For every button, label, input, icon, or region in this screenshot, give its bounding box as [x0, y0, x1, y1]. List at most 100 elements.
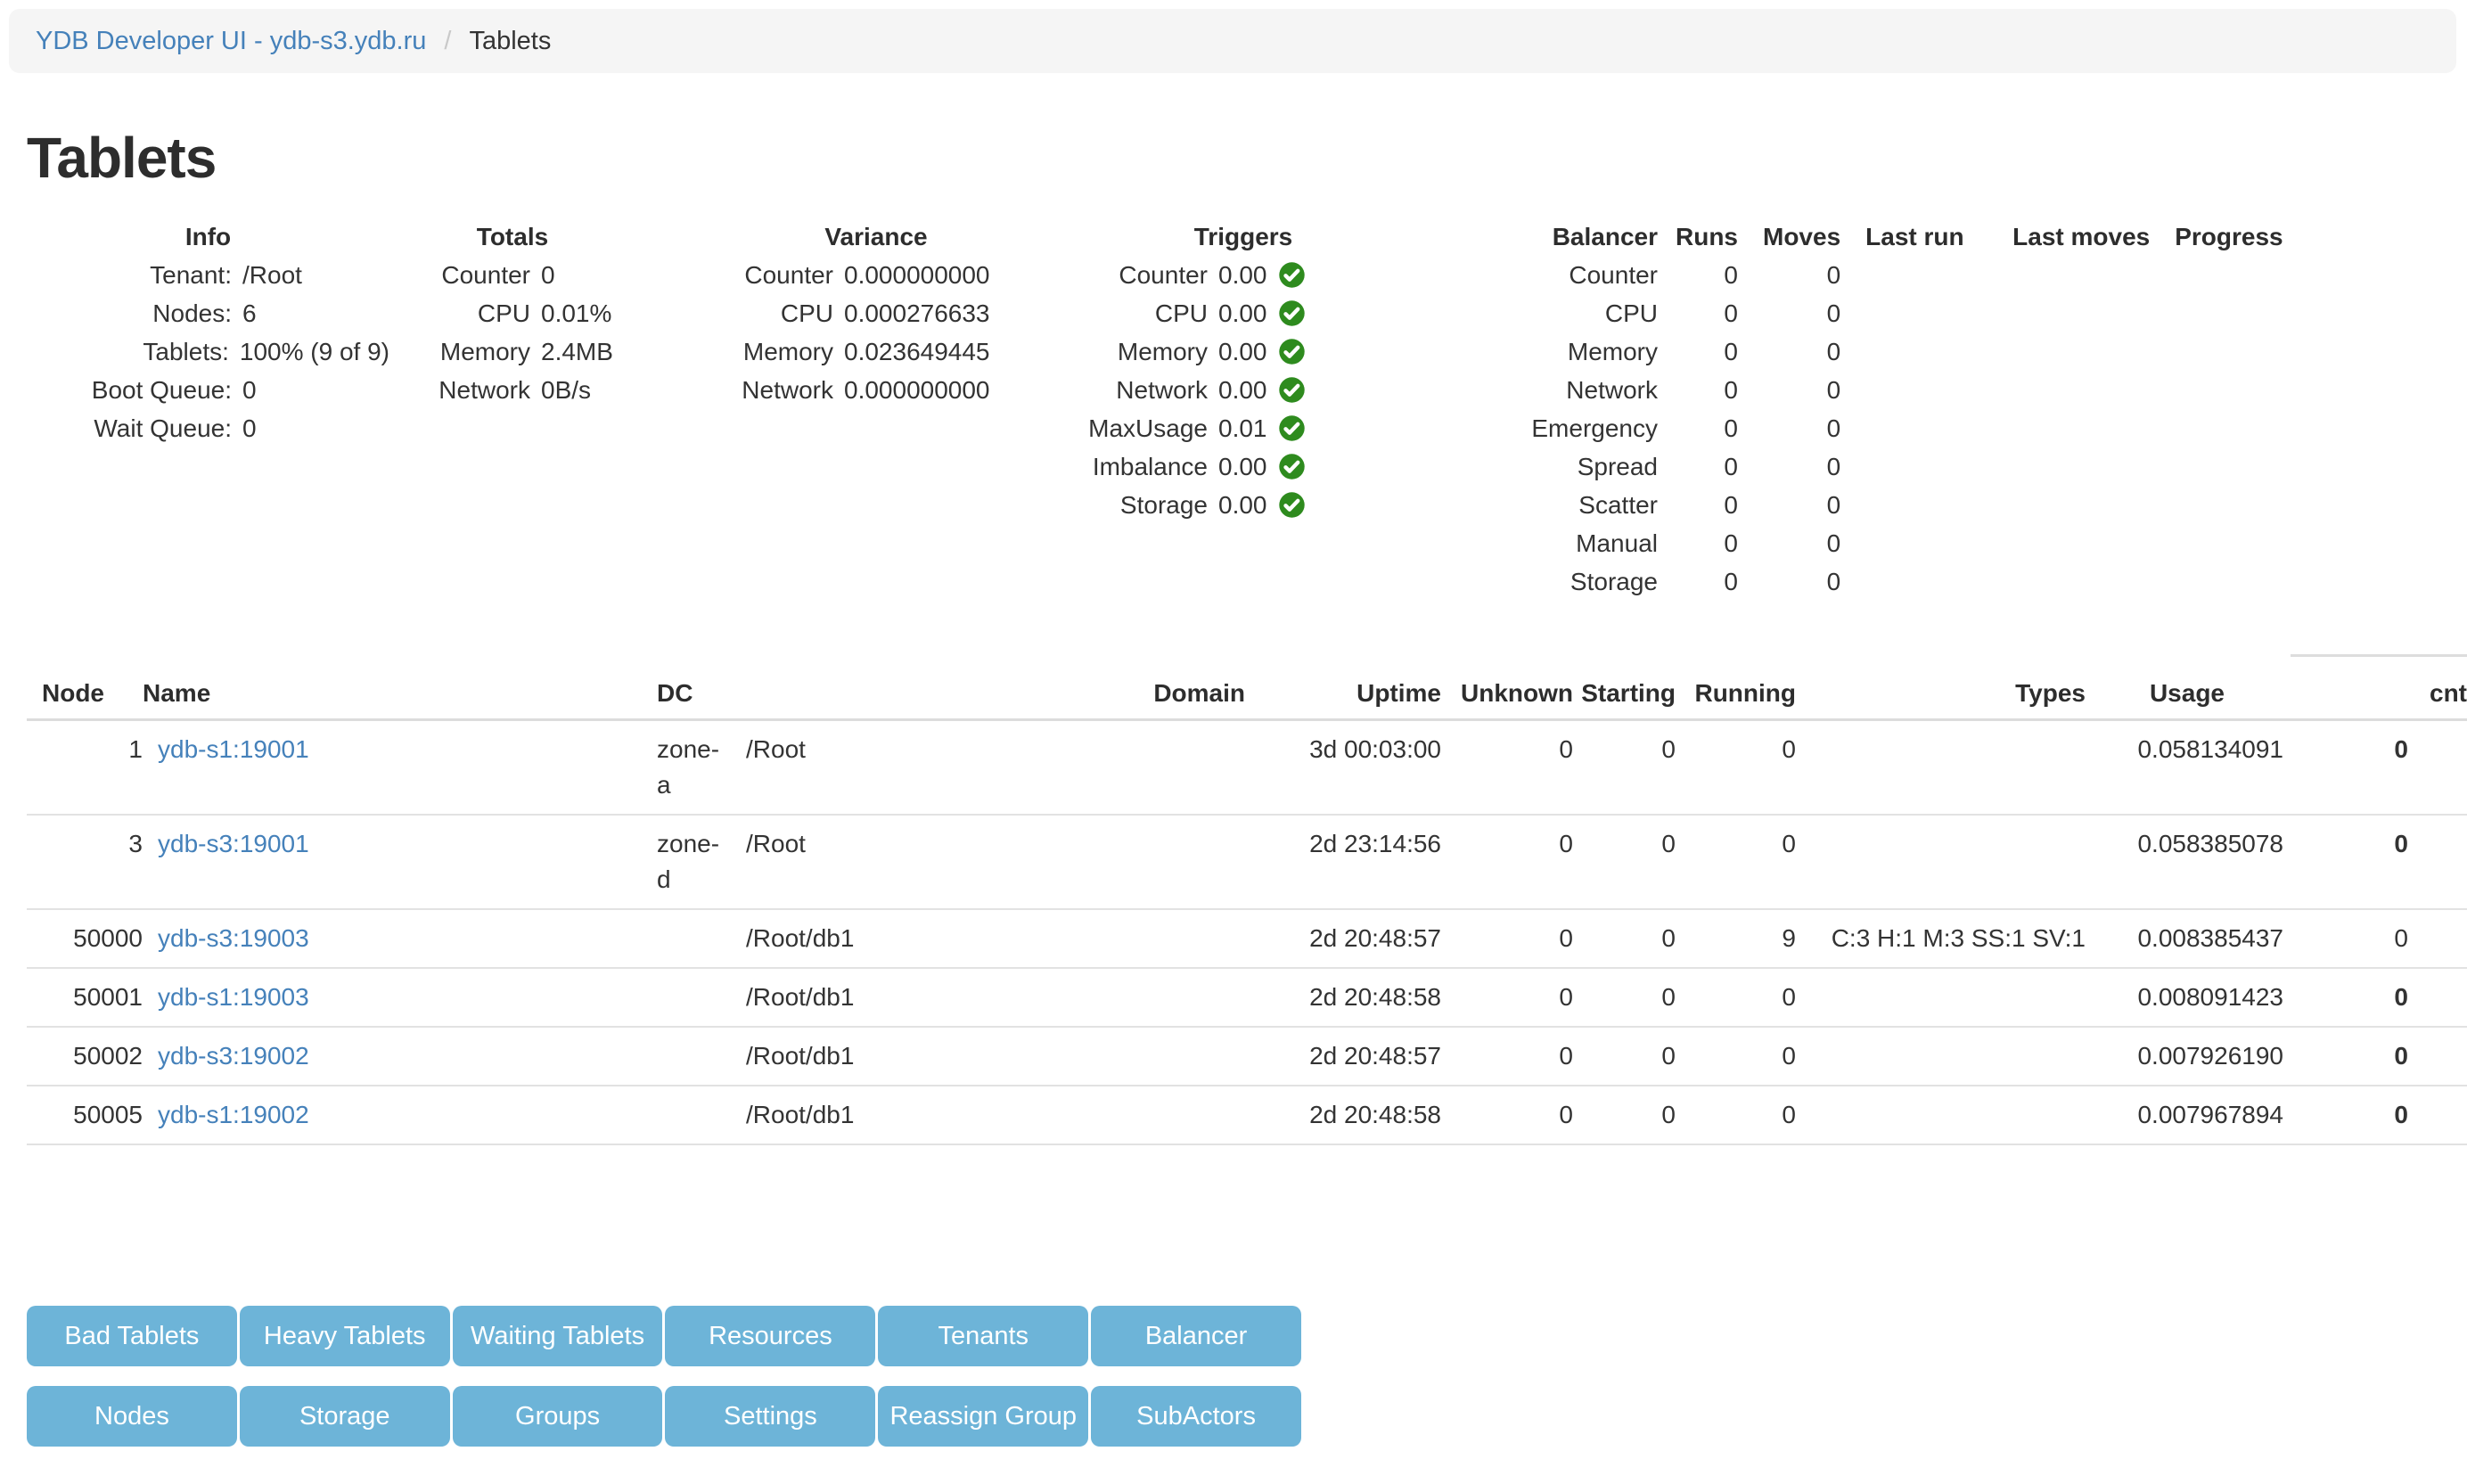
trigger-row: MaxUsage 0.01	[1070, 409, 1417, 447]
trigger-value: 0.01	[1208, 409, 1267, 447]
cnt-cell: 0	[2283, 815, 2467, 909]
stats-variance-header: Variance	[704, 217, 1048, 256]
starting-cell: 0	[1573, 968, 1676, 1027]
action-button[interactable]: Groups	[453, 1386, 663, 1447]
usage-cell: 0.007967894	[2086, 1086, 2283, 1144]
tablets-table-wrap: NodeNameDCDomainUptimeUnknownStartingRun…	[27, 654, 2467, 1145]
cnt-column-topline	[2291, 654, 2467, 657]
trigger-label: Network	[1070, 371, 1208, 409]
stats-panel: Info Tenant: /Root Nodes: 6 Tablets: 100…	[0, 217, 2467, 613]
stat-row: Network 0.000000000	[704, 371, 1048, 409]
node-id-cell: 50005	[27, 1086, 143, 1144]
stats-info-group: Info Tenant: /Root Nodes: 6 Tablets: 100…	[27, 217, 389, 447]
tablets-column-header: Domain	[746, 667, 1245, 720]
tablets-column-header: Starting	[1573, 667, 1676, 720]
balancer-runs: 0	[1658, 562, 1738, 601]
node-link[interactable]: ydb-s3:19001	[158, 830, 309, 857]
check-circle-icon	[1278, 299, 1306, 327]
breadcrumb-home-link[interactable]: YDB Developer UI - ydb-s3.ydb.ru	[36, 27, 426, 56]
types-cell	[1796, 815, 2086, 909]
stat-row: Tenant: /Root	[27, 256, 389, 294]
action-button[interactable]: SubActors	[1091, 1386, 1301, 1447]
node-id-cell: 50000	[27, 909, 143, 968]
action-button[interactable]: Heavy Tablets	[240, 1306, 450, 1366]
trigger-row: Memory 0.00	[1070, 332, 1417, 371]
stat-row: Counter 0	[401, 256, 624, 294]
action-button[interactable]: Resources	[665, 1306, 875, 1366]
balancer-progress	[2150, 294, 2283, 332]
stat-value: /Root	[232, 256, 302, 294]
node-link[interactable]: ydb-s1:19003	[158, 983, 309, 1011]
balancer-label: CPU	[1515, 294, 1658, 332]
trigger-value: 0.00	[1208, 486, 1267, 524]
running-cell: 0	[1676, 720, 1796, 816]
balancer-body: Counter 0 0 CPU 0 0	[1515, 256, 2283, 601]
action-button[interactable]: Reassign Group	[878, 1386, 1088, 1447]
action-button[interactable]: Nodes	[27, 1386, 237, 1447]
stat-row: Memory 0.023649445	[704, 332, 1048, 371]
stat-value: 100% (9 of 9)	[229, 332, 389, 371]
tablets-column-header: Node	[27, 667, 143, 720]
balancer-row: Storage 0 0	[1515, 562, 2283, 601]
balancer-row: Manual 0 0	[1515, 524, 2283, 562]
stat-label: CPU	[704, 294, 833, 332]
stat-label: Tenant:	[27, 256, 232, 294]
stat-value: 0.023649445	[833, 332, 990, 371]
action-button[interactable]: Storage	[240, 1386, 450, 1447]
trigger-value: 0.00	[1208, 447, 1267, 486]
table-row: 50001 ydb-s1:19003 /Root/db1 2d 20:48:58…	[27, 968, 2467, 1027]
running-cell: 0	[1676, 968, 1796, 1027]
balancer-last-run	[1840, 524, 1988, 562]
tablets-column-header: Running	[1676, 667, 1796, 720]
starting-cell: 0	[1573, 815, 1676, 909]
balancer-moves: 0	[1738, 256, 1840, 294]
balancer-last-run	[1840, 256, 1988, 294]
balancer-last-moves	[1988, 256, 2150, 294]
trigger-label: Memory	[1070, 332, 1208, 371]
unknown-cell: 0	[1441, 720, 1573, 816]
node-id-cell: 50002	[27, 1027, 143, 1086]
unknown-cell: 0	[1441, 968, 1573, 1027]
action-button[interactable]: Waiting Tablets	[453, 1306, 663, 1366]
starting-cell: 0	[1573, 1027, 1676, 1086]
types-cell: C:3 H:1 M:3 SS:1 SV:1	[1796, 909, 2086, 968]
domain-cell: /Root/db1	[746, 1027, 1245, 1086]
node-name-cell: ydb-s3:19002	[143, 1027, 657, 1086]
action-button[interactable]: Settings	[665, 1386, 875, 1447]
button-row-1: Bad TabletsHeavy TabletsWaiting TabletsR…	[27, 1306, 1301, 1366]
stat-value: 0.01%	[530, 294, 611, 332]
node-link[interactable]: ydb-s1:19001	[158, 735, 309, 763]
balancer-progress	[2150, 524, 2283, 562]
stat-row: Nodes: 6	[27, 294, 389, 332]
tablets-column-header: Types	[1796, 667, 2086, 720]
usage-cell: 0.007926190	[2086, 1027, 2283, 1086]
action-button[interactable]: Bad Tablets	[27, 1306, 237, 1366]
domain-cell: /Root	[746, 815, 1245, 909]
stats-info-header: Info	[27, 217, 389, 256]
stats-variance-group: Variance Counter 0.000000000 CPU 0.00027…	[704, 217, 1048, 409]
domain-cell: /Root	[746, 720, 1245, 816]
balancer-runs: 0	[1658, 294, 1738, 332]
table-row: 50002 ydb-s3:19002 /Root/db1 2d 20:48:57…	[27, 1027, 2467, 1086]
node-link[interactable]: ydb-s3:19002	[158, 1042, 309, 1070]
stat-label: Tablets:	[27, 332, 229, 371]
trigger-label: CPU	[1070, 294, 1208, 332]
action-button[interactable]: Tenants	[878, 1306, 1088, 1366]
stat-value: 0	[232, 409, 257, 447]
balancer-column-header: Runs	[1658, 217, 1738, 256]
button-row-2: NodesStorageGroupsSettingsReassign Group…	[27, 1386, 1301, 1447]
breadcrumb: YDB Developer UI - ydb-s3.ydb.ru / Table…	[9, 9, 2456, 73]
balancer-last-run	[1840, 294, 1988, 332]
page-title: Tablets	[27, 125, 2467, 191]
running-cell: 9	[1676, 909, 1796, 968]
tablets-body: 1 ydb-s1:19001 zone-a /Root 3d 00:03:00 …	[27, 720, 2467, 1145]
balancer-moves: 0	[1738, 486, 1840, 524]
node-link[interactable]: ydb-s1:19002	[158, 1101, 309, 1128]
stat-row: Wait Queue: 0	[27, 409, 389, 447]
dc-cell	[657, 1027, 746, 1086]
node-link[interactable]: ydb-s3:19003	[158, 924, 309, 952]
action-button[interactable]: Balancer	[1091, 1306, 1301, 1366]
balancer-row: Network 0 0	[1515, 371, 2283, 409]
balancer-row: Counter 0 0	[1515, 256, 2283, 294]
stats-balancer-group: BalancerRunsMovesLast runLast movesProgr…	[1515, 217, 2283, 601]
